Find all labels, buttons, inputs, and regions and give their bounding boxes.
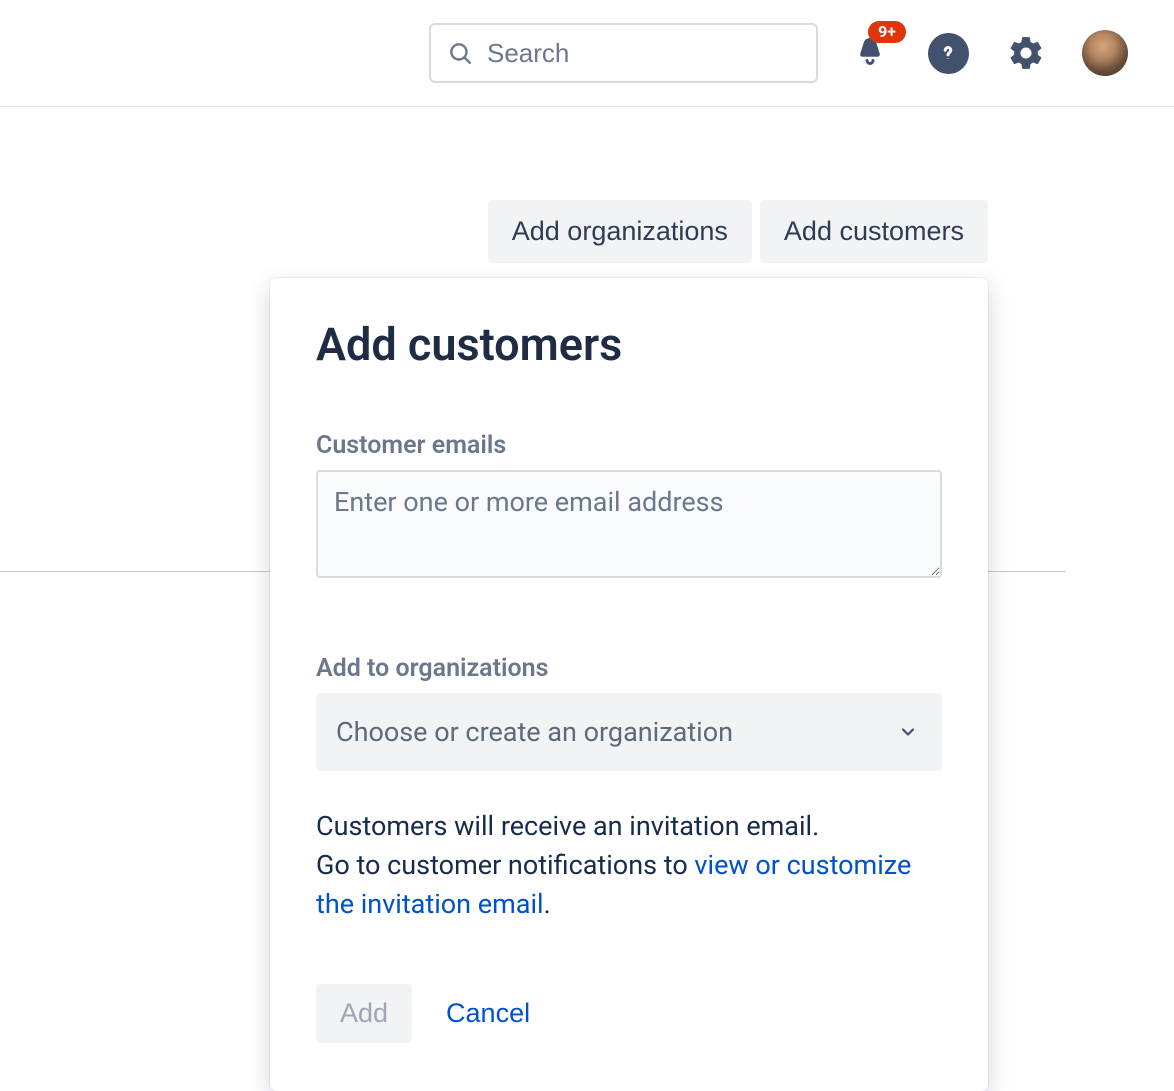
organizations-section: Add to organizations Choose or create an… (316, 654, 942, 771)
customer-emails-input[interactable] (316, 470, 942, 578)
info-text: Customers will receive an invitation ema… (316, 807, 942, 924)
organization-select-placeholder: Choose or create an organization (336, 716, 733, 748)
search-field[interactable] (429, 23, 818, 83)
modal-title: Add customers (316, 318, 942, 371)
chevron-down-icon (898, 722, 918, 742)
emails-label: Customer emails (316, 431, 942, 460)
search-icon (447, 40, 473, 66)
organization-select[interactable]: Choose or create an organization (316, 693, 942, 771)
notification-badge: 9+ (868, 21, 906, 43)
top-bar: 9+ (0, 0, 1174, 107)
add-customers-button[interactable]: Add customers (760, 200, 988, 263)
search-input[interactable] (487, 38, 800, 69)
cancel-button[interactable]: Cancel (446, 998, 530, 1029)
modal-actions: Add Cancel (316, 984, 942, 1043)
settings-button[interactable] (1004, 31, 1048, 75)
organizations-label: Add to organizations (316, 654, 942, 683)
add-customers-modal: Add customers Customer emails Add to org… (270, 278, 988, 1091)
user-avatar[interactable] (1082, 30, 1128, 76)
info-line2-prefix: Go to customer notifications to (316, 849, 694, 881)
header-icons: 9+ (848, 30, 1128, 76)
gear-icon (1007, 34, 1045, 72)
page-actions: Add organizations Add customers (488, 200, 988, 263)
info-line2-suffix: . (544, 888, 551, 920)
customer-emails-section: Customer emails (316, 431, 942, 582)
add-organizations-button[interactable]: Add organizations (488, 200, 752, 263)
add-button[interactable]: Add (316, 984, 412, 1043)
help-icon (928, 33, 969, 74)
help-button[interactable] (926, 31, 970, 75)
info-line1: Customers will receive an invitation ema… (316, 810, 819, 842)
notifications-button[interactable]: 9+ (848, 31, 892, 75)
